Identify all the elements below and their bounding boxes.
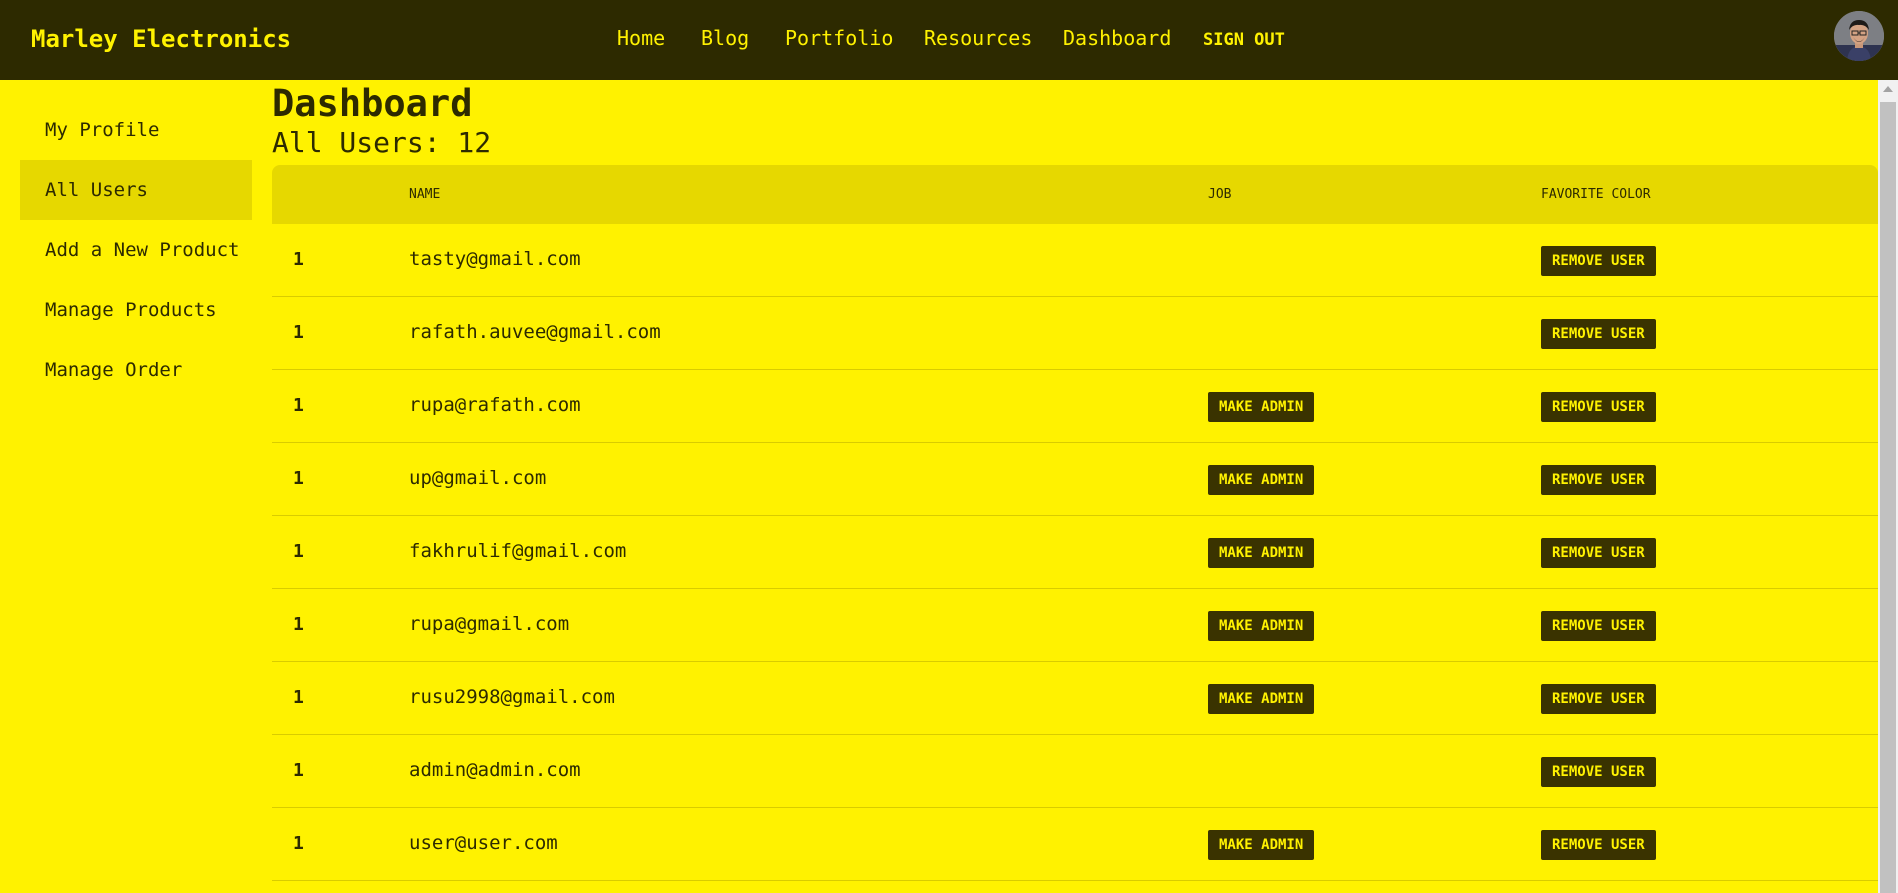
table-row: 1 admin@admin.com Remove User bbox=[272, 735, 1878, 808]
user-email: fakhrulif@gmail.com bbox=[409, 540, 627, 562]
row-number: 1 bbox=[293, 468, 304, 489]
make-admin-button[interactable]: Make Admin bbox=[1208, 830, 1315, 860]
table-row: 1 fakhrulif@gmail.com Make Admin Remove … bbox=[272, 516, 1878, 589]
row-number: 1 bbox=[293, 322, 304, 343]
user-email: up@gmail.com bbox=[409, 467, 547, 489]
sidebar-item-manage-products[interactable]: Manage Products bbox=[20, 280, 252, 340]
make-admin-button[interactable]: Make Admin bbox=[1208, 611, 1315, 641]
row-number: 1 bbox=[293, 249, 304, 270]
sign-out-button[interactable]: SIGN OUT bbox=[1203, 27, 1285, 53]
make-admin-button[interactable]: Make Admin bbox=[1208, 684, 1315, 714]
table-row: 1 up@gmail.com Make Admin Remove User bbox=[272, 443, 1878, 516]
remove-user-button[interactable]: Remove User bbox=[1541, 757, 1656, 787]
row-number: 1 bbox=[293, 614, 304, 635]
remove-user-button[interactable]: Remove User bbox=[1541, 538, 1656, 568]
top-navbar: Marley Electronics Home Blog Portfolio R… bbox=[0, 0, 1898, 80]
user-email: admin@admin.com bbox=[409, 759, 581, 781]
table-row: 1 rupa@gmail.com Make Admin Remove User bbox=[272, 589, 1878, 662]
remove-user-button[interactable]: Remove User bbox=[1541, 392, 1656, 422]
nav-resources-link[interactable]: Resources bbox=[924, 25, 1032, 51]
table-row: 1 rupa@rafath.com Make Admin Remove User bbox=[272, 370, 1878, 443]
column-header-job: Job bbox=[1208, 187, 1232, 202]
user-email: rusu2998@gmail.com bbox=[409, 686, 615, 708]
user-email: rupa@rafath.com bbox=[409, 394, 581, 416]
user-count-heading: All Users: 12 bbox=[272, 126, 492, 159]
nav-portfolio-link[interactable]: Portfolio bbox=[785, 25, 893, 51]
row-number: 1 bbox=[293, 541, 304, 562]
row-number: 1 bbox=[293, 833, 304, 854]
make-admin-button[interactable]: Make Admin bbox=[1208, 392, 1315, 422]
row-number: 1 bbox=[293, 760, 304, 781]
remove-user-button[interactable]: Remove User bbox=[1541, 611, 1656, 641]
column-header-favorite-color: Favorite Color bbox=[1541, 187, 1651, 202]
column-header-name: Name bbox=[409, 187, 441, 202]
nav-blog-link[interactable]: Blog bbox=[701, 25, 749, 51]
page-scrollbar[interactable] bbox=[1878, 80, 1898, 893]
remove-user-button[interactable]: Remove User bbox=[1541, 465, 1656, 495]
dashboard-sidebar: My Profile All Users Add a New Product M… bbox=[20, 100, 252, 400]
user-email: tasty@gmail.com bbox=[409, 248, 581, 270]
user-email: rupa@gmail.com bbox=[409, 613, 570, 635]
remove-user-button[interactable]: Remove User bbox=[1541, 319, 1656, 349]
table-header: Name Job Favorite Color bbox=[272, 165, 1878, 224]
page-title: Dashboard bbox=[272, 82, 473, 125]
table-row: 1 rusu2998@gmail.com Make Admin Remove U… bbox=[272, 662, 1878, 735]
row-number: 1 bbox=[293, 687, 304, 708]
row-number: 1 bbox=[293, 395, 304, 416]
sidebar-item-add-product[interactable]: Add a New Product bbox=[20, 220, 252, 280]
remove-user-button[interactable]: Remove User bbox=[1541, 830, 1656, 860]
brand-logo-text[interactable]: Marley Electronics bbox=[31, 24, 291, 54]
make-admin-button[interactable]: Make Admin bbox=[1208, 465, 1315, 495]
make-admin-button[interactable]: Make Admin bbox=[1208, 538, 1315, 568]
sidebar-item-manage-order[interactable]: Manage Order bbox=[20, 340, 252, 400]
user-avatar-icon[interactable] bbox=[1834, 11, 1884, 61]
user-email: rafath.auvee@gmail.com bbox=[409, 321, 661, 343]
sidebar-item-all-users[interactable]: All Users bbox=[20, 160, 252, 220]
user-email: user@user.com bbox=[409, 832, 558, 854]
table-row: 1 user@user.com Make Admin Remove User bbox=[272, 808, 1878, 881]
nav-dashboard-link[interactable]: Dashboard bbox=[1063, 25, 1171, 51]
table-row: 1 tasty@gmail.com Remove User bbox=[272, 224, 1878, 297]
remove-user-button[interactable]: Remove User bbox=[1541, 246, 1656, 276]
remove-user-button[interactable]: Remove User bbox=[1541, 684, 1656, 714]
table-row: 1 rafath.auvee@gmail.com Remove User bbox=[272, 297, 1878, 370]
nav-home-link[interactable]: Home bbox=[617, 25, 665, 51]
scrollbar-thumb[interactable] bbox=[1880, 102, 1896, 893]
users-table: Name Job Favorite Color 1 tasty@gmail.co… bbox=[272, 165, 1878, 881]
sidebar-item-my-profile[interactable]: My Profile bbox=[20, 100, 252, 160]
scroll-up-arrow-icon[interactable] bbox=[1883, 86, 1893, 92]
